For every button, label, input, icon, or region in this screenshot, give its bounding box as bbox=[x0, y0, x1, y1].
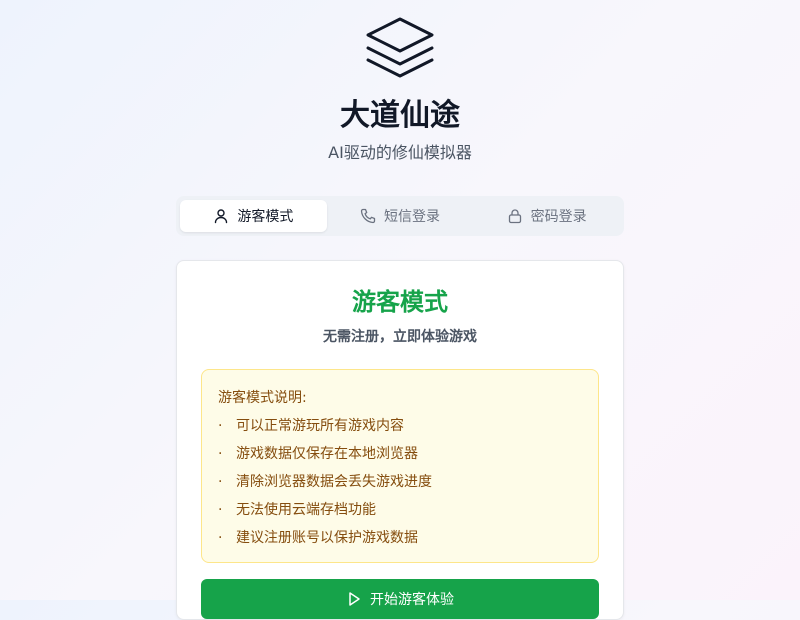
tab-sms-label: 短信登录 bbox=[384, 209, 440, 225]
tab-guest-label: 游客模式 bbox=[237, 209, 294, 225]
bullet: · bbox=[218, 502, 223, 518]
tab-password-login[interactable]: 密码登录 bbox=[473, 200, 620, 232]
login-mode-tabs: 游客模式 短信登录 密码登录 bbox=[176, 196, 624, 236]
bullet: · bbox=[218, 418, 223, 434]
tab-guest[interactable]: 游客模式 bbox=[180, 200, 327, 232]
notice-title: 游客模式说明: bbox=[218, 390, 307, 406]
play-icon bbox=[349, 592, 360, 606]
card-subtitle: 无需注册，立即体验游戏 bbox=[323, 329, 477, 345]
list-item: · 无法使用云端存档功能 bbox=[218, 496, 582, 524]
list-item: · 可以正常游玩所有游戏内容 bbox=[218, 412, 582, 440]
lock-icon bbox=[508, 209, 521, 224]
list-item-text: 清除浏览器数据会丢失游戏进度 bbox=[236, 474, 432, 490]
list-item-text: 游戏数据仅保存在本地浏览器 bbox=[236, 446, 418, 462]
bullet: · bbox=[218, 474, 223, 490]
tab-password-label: 密码登录 bbox=[530, 209, 587, 225]
app-title: 大道仙途 bbox=[340, 98, 460, 133]
guest-mode-card: 游客模式 无需注册，立即体验游戏 游客模式说明: · 可以正常游玩所有游戏内容 ·… bbox=[176, 260, 624, 620]
start-guest-button[interactable]: 开始游客体验 bbox=[201, 579, 599, 619]
bullet: · bbox=[218, 530, 223, 546]
layers-icon bbox=[366, 17, 434, 78]
start-guest-label: 开始游客体验 bbox=[370, 592, 454, 608]
app-subtitle: AI驱动的修仙模拟器 bbox=[328, 143, 472, 162]
list-item-text: 建议注册账号以保护游戏数据 bbox=[236, 530, 418, 546]
list-item-text: 无法使用云端存档功能 bbox=[236, 502, 376, 518]
tab-sms-login[interactable]: 短信登录 bbox=[327, 200, 474, 232]
card-title: 游客模式 bbox=[352, 288, 448, 316]
list-item: · 清除浏览器数据会丢失游戏进度 bbox=[218, 468, 582, 496]
list-item: · 建议注册账号以保护游戏数据 bbox=[218, 524, 582, 552]
guest-mode-notice: 游客模式说明: · 可以正常游玩所有游戏内容 · 游戏数据仅保存在本地浏览器 · 清除… bbox=[201, 369, 599, 563]
list-item-text: 可以正常游玩所有游戏内容 bbox=[236, 418, 404, 434]
list-item: · 游戏数据仅保存在本地浏览器 bbox=[218, 440, 582, 468]
notice-list: · 可以正常游玩所有游戏内容 · 游戏数据仅保存在本地浏览器 · 清除浏览器数据会丢失… bbox=[218, 412, 582, 552]
bullet: · bbox=[218, 446, 223, 462]
user-icon bbox=[215, 209, 228, 224]
phone-icon bbox=[360, 208, 376, 224]
